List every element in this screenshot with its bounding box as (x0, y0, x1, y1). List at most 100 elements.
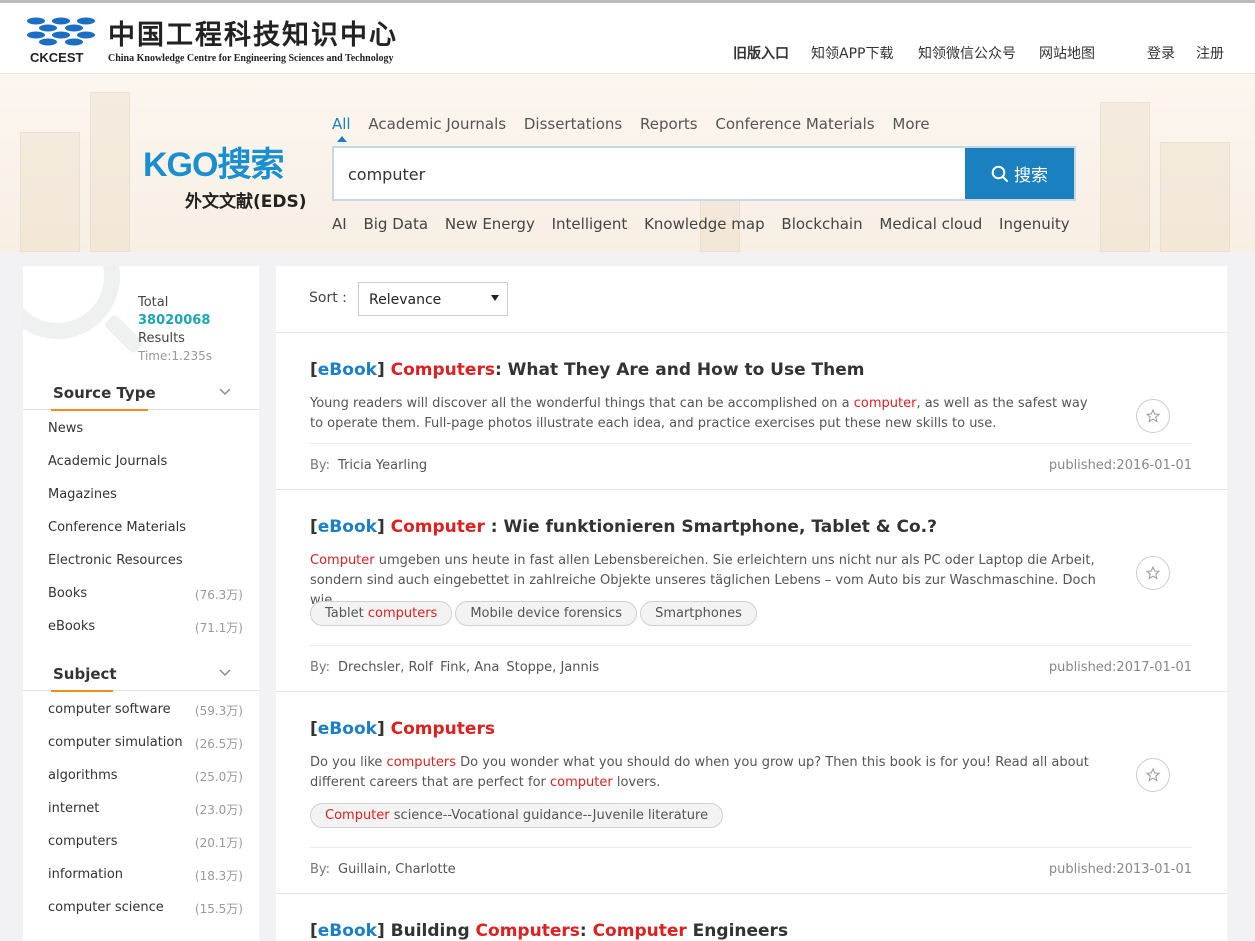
facet-label: News (48, 421, 84, 436)
tab-dissertations[interactable]: Dissertations (524, 115, 622, 133)
skyline-decoration (1100, 102, 1150, 252)
hot-topic-big-data[interactable]: Big Data (363, 215, 428, 233)
author-link[interactable]: Stoppe, Jannis (506, 660, 599, 675)
facet-books[interactable]: Books (76.3万) (48, 586, 243, 602)
facet-academic-journals[interactable]: Academic Journals (48, 454, 243, 469)
subject-header[interactable]: Subject (23, 665, 259, 692)
hot-topic-knowledge-map[interactable]: Knowledge map (644, 215, 765, 233)
dropdown-arrow-icon (491, 295, 499, 301)
hot-topic-new-energy[interactable]: New Energy (445, 215, 535, 233)
logo-abbr: CKCEST (30, 50, 84, 65)
facet-conference-materials[interactable]: Conference Materials (48, 520, 243, 535)
facet-news[interactable]: News (48, 421, 243, 436)
facet-count: (76.3万) (194, 588, 243, 602)
facet-computers[interactable]: computers (20.1万) (48, 834, 243, 850)
hot-topic-blockchain[interactable]: Blockchain (781, 215, 862, 233)
site-logo-subtitle: China Knowledge Centre for Engineering S… (108, 53, 394, 64)
nav-wechat[interactable]: 知领微信公众号 (918, 43, 1016, 63)
filter-sidebar: Total 38020068 Results Time:1.235s Sourc… (23, 266, 259, 941)
register-link[interactable]: 注册 (1196, 43, 1224, 63)
result-authors: By: Tricia Yearling (310, 458, 428, 473)
facet-label: information (48, 867, 124, 882)
facet-computer-software[interactable]: computer software (59.3万) (48, 702, 243, 718)
search-box: 搜索 (332, 146, 1076, 201)
nav-old-version[interactable]: 旧版入口 (733, 43, 789, 63)
source-type-title: Source Type (53, 384, 156, 402)
sort-select[interactable]: Relevance (358, 282, 508, 316)
author-link[interactable]: Guillain, Charlotte (338, 862, 456, 877)
ckcest-logo-icon[interactable]: CKCEST (24, 13, 98, 65)
facet-label: Magazines (48, 487, 117, 502)
facet-electronic-resources[interactable]: Electronic Resources (48, 553, 243, 568)
star-icon (1146, 768, 1160, 782)
skyline-decoration (20, 132, 80, 252)
result-title[interactable]: [eBook] Computers (310, 719, 495, 739)
active-tab-indicator (337, 136, 347, 142)
section-underline (51, 690, 113, 692)
chevron-down-icon[interactable] (219, 669, 231, 677)
result-tags: Computer science--Vocational guidance--J… (310, 803, 726, 828)
facet-label: computer simulation (48, 735, 183, 750)
tab-conference-materials[interactable]: Conference Materials (715, 115, 874, 133)
facet-magazines[interactable]: Magazines (48, 487, 243, 502)
result-item: [eBook] Computers: What They Are and How… (276, 333, 1227, 490)
total-count: 38020068 (138, 313, 211, 328)
author-link[interactable]: Drechsler, Rolf (338, 660, 433, 675)
keyword-tag[interactable]: Computer science--Vocational guidance--J… (310, 803, 724, 828)
tab-academic-journals[interactable]: Academic Journals (368, 115, 506, 133)
sort-value: Relevance (369, 292, 442, 308)
nav-sitemap[interactable]: 网站地图 (1039, 43, 1095, 63)
result-item: [eBook] Computers Do you like computers … (276, 692, 1227, 894)
facet-count: (26.5万) (194, 737, 243, 751)
tab-more[interactable]: More (892, 115, 929, 133)
favorite-button[interactable] (1136, 758, 1170, 792)
tab-reports[interactable]: Reports (640, 115, 698, 133)
result-type: eBook (317, 719, 377, 739)
hot-topic-ai[interactable]: AI (332, 215, 347, 233)
facet-label: Electronic Resources (48, 553, 183, 568)
search-time: Time:1.235s (138, 349, 213, 363)
result-title[interactable]: [eBook] Computer : Wie funktionieren Sma… (310, 517, 937, 537)
nav-app-download[interactable]: 知领APP下载 (811, 43, 893, 63)
login-link[interactable]: 登录 (1147, 43, 1175, 63)
kgo-search-logo: KGO搜索 (143, 146, 284, 184)
chevron-down-icon[interactable] (219, 388, 231, 396)
facet-label: eBooks (48, 619, 96, 634)
favorite-button[interactable] (1136, 399, 1170, 433)
facet-label: internet (48, 801, 100, 816)
results-panel: Sort : Relevance [eBook] Computers: What… (276, 266, 1227, 941)
facet-count: (71.1万) (194, 621, 243, 635)
tab-all[interactable]: All (332, 115, 351, 133)
divider (310, 443, 1192, 444)
keyword-tag[interactable]: Smartphones (640, 601, 757, 626)
facet-internet[interactable]: internet (23.0万) (48, 801, 243, 817)
source-tabs: All Academic Journals Dissertations Repo… (332, 115, 943, 133)
magnifier-decoration-icon (23, 266, 120, 339)
hot-topic-ingenuity[interactable]: Ingenuity (999, 215, 1070, 233)
source-type-header[interactable]: Source Type (23, 384, 259, 411)
author-link[interactable]: Tricia Yearling (338, 458, 427, 473)
result-abstract: Young readers will discover all the wond… (310, 396, 1088, 431)
result-title[interactable]: [eBook] Computers: What They Are and How… (310, 360, 865, 380)
facet-algorithms[interactable]: algorithms (25.0万) (48, 768, 243, 784)
facet-ebooks[interactable]: eBooks (71.1万) (48, 619, 243, 635)
result-title[interactable]: [eBook] Building Computers: Computer Eng… (310, 921, 788, 941)
search-input[interactable] (348, 160, 948, 188)
facet-information[interactable]: information (18.3万) (48, 867, 243, 883)
kgo-brand: KGO搜索 (143, 146, 283, 184)
search-banner: KGO搜索 外文文献(EDS) All Academic Journals Di… (0, 74, 1255, 252)
keyword-tag[interactable]: Tablet computers (310, 601, 453, 626)
favorite-button[interactable] (1136, 556, 1170, 590)
top-header: CKCEST 中国工程科技知识中心 China Knowledge Centre… (0, 0, 1255, 74)
result-published-date: published:2017-01-01 (1048, 660, 1192, 675)
hot-topic-intelligent[interactable]: Intelligent (552, 215, 628, 233)
keyword-tag[interactable]: Mobile device forensics (455, 601, 638, 626)
hot-topic-medical-cloud[interactable]: Medical cloud (879, 215, 982, 233)
site-logo-title[interactable]: 中国工程科技知识中心 (108, 13, 398, 52)
facet-count: (59.3万) (194, 704, 243, 718)
facet-count: (15.5万) (194, 902, 243, 916)
author-link[interactable]: Fink, Ana (440, 660, 499, 675)
search-button[interactable]: 搜索 (965, 148, 1074, 199)
facet-computer-science[interactable]: computer science (15.5万) (48, 900, 243, 916)
facet-computer-simulation[interactable]: computer simulation (26.5万) (48, 735, 243, 751)
